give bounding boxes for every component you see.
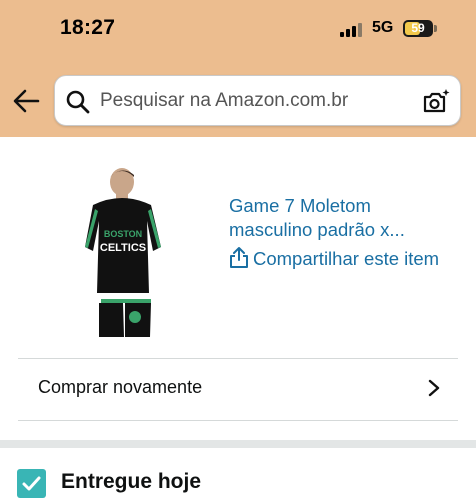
status-bar: 18:27 5G 59 bbox=[0, 0, 476, 58]
network-type: 5G bbox=[372, 19, 394, 36]
arrow-left-icon[interactable] bbox=[12, 88, 42, 114]
product-image[interactable]: BOSTON CELTICS bbox=[75, 165, 180, 337]
divider bbox=[18, 420, 458, 421]
share-label: Compartilhar este item bbox=[253, 248, 440, 269]
buy-again-label: Comprar novamente bbox=[38, 377, 203, 397]
section-separator bbox=[0, 440, 476, 448]
product-title-link[interactable]: Game 7 Moletom masculino padrão x... bbox=[229, 194, 449, 242]
battery-cap bbox=[434, 25, 437, 32]
share-icon bbox=[230, 247, 248, 268]
cell-signal-icon bbox=[340, 22, 364, 37]
search-input[interactable]: Pesquisar na Amazon.com.br bbox=[100, 90, 348, 112]
search-icon bbox=[66, 90, 90, 114]
app-header: 18:27 5G 59 Pesquisar na Amazon.com.br bbox=[0, 0, 476, 137]
search-bar[interactable]: Pesquisar na Amazon.com.br bbox=[54, 75, 461, 126]
status-time: 18:27 bbox=[60, 16, 116, 39]
product-image-print: BOSTON bbox=[104, 229, 142, 239]
svg-text:CELTICS: CELTICS bbox=[100, 242, 146, 254]
buy-again-row[interactable]: Comprar novamente bbox=[18, 359, 458, 419]
chevron-right-icon bbox=[428, 379, 440, 397]
checkmark-icon bbox=[22, 476, 41, 491]
delivered-checkbox[interactable] bbox=[17, 469, 46, 498]
camera-icon[interactable] bbox=[421, 87, 451, 117]
share-item-link[interactable]: Compartilhar este item bbox=[229, 246, 459, 271]
delivered-today-label: Entregue hoje bbox=[61, 470, 202, 493]
battery-level: 59 bbox=[411, 21, 425, 35]
battery-icon: 59 bbox=[403, 20, 433, 37]
